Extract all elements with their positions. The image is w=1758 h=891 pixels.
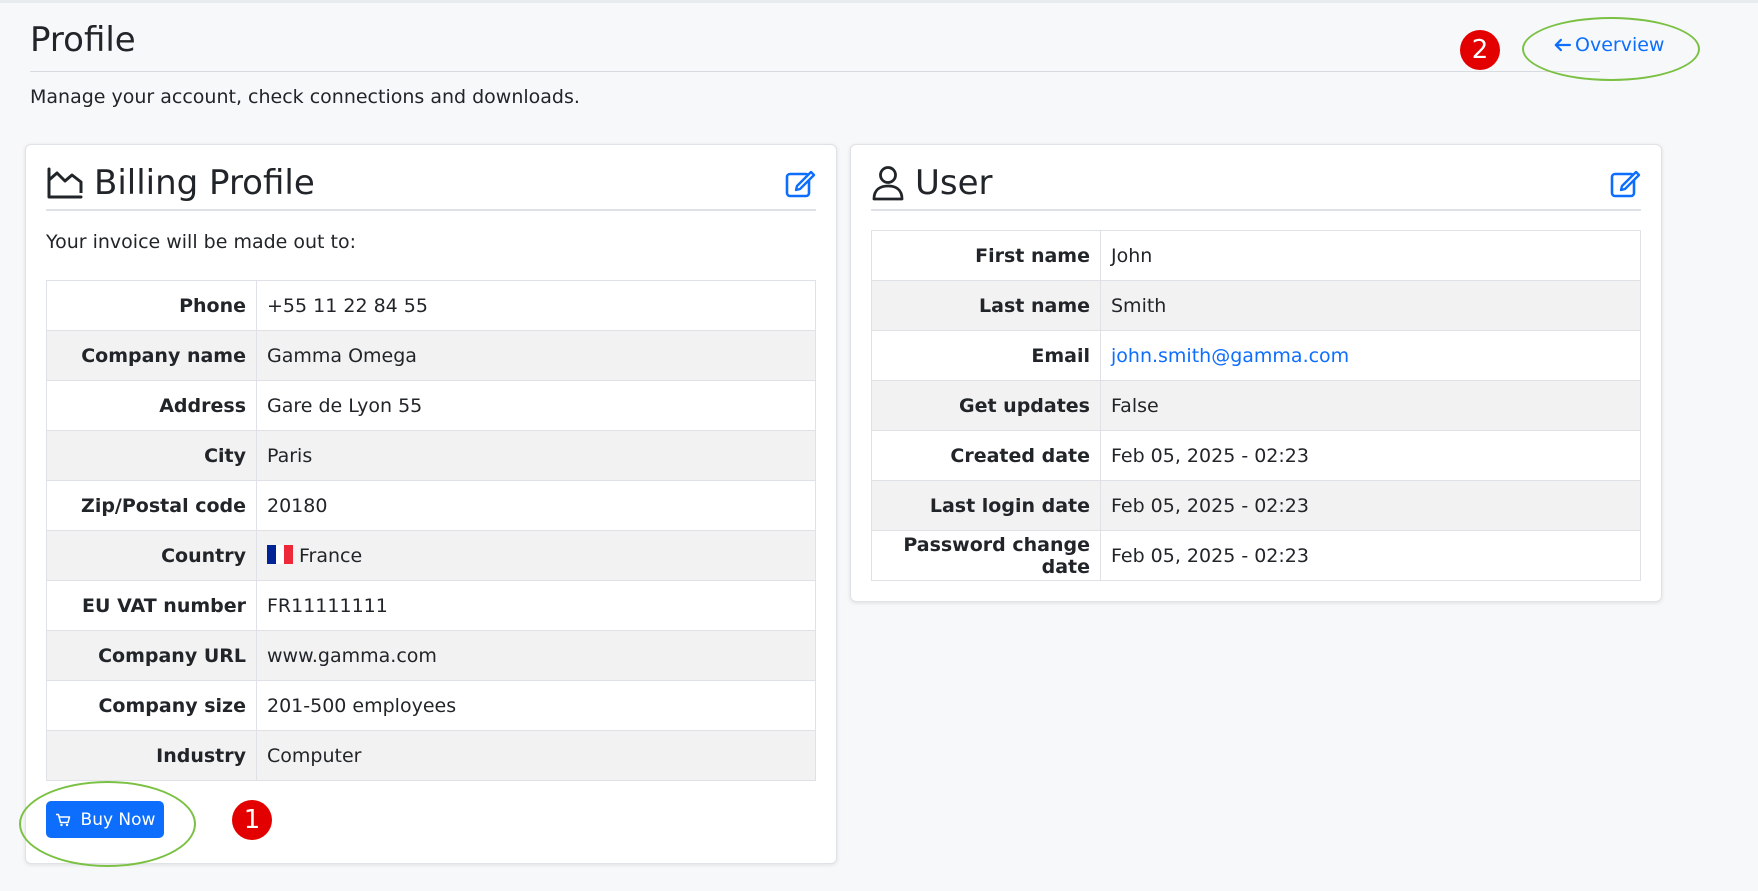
row-label: City: [46, 430, 257, 481]
table-row: City Paris: [46, 430, 816, 481]
page-title: Profile: [30, 20, 136, 60]
row-label: Country: [46, 530, 257, 581]
table-row: First name John: [871, 230, 1641, 281]
page-subtitle: Manage your account, check connections a…: [30, 86, 580, 108]
table-row: Country France: [46, 530, 816, 581]
overview-link[interactable]: Overview: [1553, 34, 1664, 56]
chart-area-icon: [47, 167, 83, 199]
table-row: Last name Smith: [871, 280, 1641, 331]
marker-2: 2: [1460, 30, 1500, 70]
row-value: Feb 05, 2025 - 02:23: [1100, 530, 1641, 581]
row-label: Company size: [46, 680, 257, 731]
billing-card-divider: [46, 209, 816, 211]
row-label: Created date: [871, 430, 1101, 481]
row-value: Gare de Lyon 55: [256, 380, 816, 431]
table-row: Get updates False: [871, 380, 1641, 431]
billing-intro: Your invoice will be made out to:: [46, 231, 357, 253]
table-row: Industry Computer: [46, 730, 816, 781]
row-value: Gamma Omega: [256, 330, 816, 381]
table-row: Phone +55 11 22 84 55: [46, 280, 816, 331]
row-label: Zip/Postal code: [46, 480, 257, 531]
table-row: Zip/Postal code 20180: [46, 480, 816, 531]
marker-1: 1: [232, 800, 272, 840]
top-border: [0, 0, 1758, 3]
billing-card-header: Billing Profile: [46, 157, 816, 209]
row-value: False: [1100, 380, 1641, 431]
table-row: Company name Gamma Omega: [46, 330, 816, 381]
person-icon: [872, 166, 904, 201]
user-table: First name John Last name Smith Email john.…: [871, 230, 1641, 581]
table-row: Email john.smith@gamma.com: [871, 330, 1641, 381]
table-row: Created date Feb 05, 2025 - 02:23: [871, 430, 1641, 481]
user-card-title: User: [915, 163, 993, 203]
table-row: EU VAT number FR11111111: [46, 580, 816, 631]
highlight-ellipse-buy: [19, 781, 196, 867]
row-label: Email: [871, 330, 1101, 381]
row-label: EU VAT number: [46, 580, 257, 631]
table-row: Last login date Feb 05, 2025 - 02:23: [871, 480, 1641, 531]
title-divider: [30, 71, 1600, 72]
row-value: France: [299, 544, 363, 567]
row-label: Phone: [46, 280, 257, 331]
overview-link-label: Overview: [1575, 34, 1665, 56]
billing-table: Phone +55 11 22 84 55 Company name Gamma O…: [46, 280, 816, 781]
row-value: Smith: [1100, 280, 1641, 331]
row-value: FR11111111: [256, 580, 816, 631]
pencil-square-icon[interactable]: [784, 167, 816, 199]
row-value: Paris: [256, 430, 816, 481]
table-row: Company URL www.gamma.com: [46, 630, 816, 681]
country-cell: France: [256, 530, 816, 581]
france-flag-icon: [267, 544, 294, 564]
row-value: 201-500 employees: [256, 680, 816, 731]
table-row: Password change date Feb 05, 2025 - 02:23: [871, 530, 1641, 581]
table-row: Company size 201-500 employees: [46, 680, 816, 731]
row-value: Computer: [256, 730, 816, 781]
row-value: +55 11 22 84 55: [256, 280, 816, 331]
row-label: Industry: [46, 730, 257, 781]
row-label: Last name: [871, 280, 1101, 331]
user-card-divider: [871, 209, 1641, 211]
row-value: John: [1100, 230, 1641, 281]
email-link[interactable]: john.smith@gamma.com: [1111, 345, 1349, 367]
row-value: www.gamma.com: [256, 630, 816, 681]
row-label: Company name: [46, 330, 257, 381]
user-card: User First name John Last name Smith Email…: [850, 144, 1662, 602]
row-value: Feb 05, 2025 - 02:23: [1100, 430, 1641, 481]
row-value: 20180: [256, 480, 816, 531]
row-value: Feb 05, 2025 - 02:23: [1100, 480, 1641, 531]
user-card-header: User: [871, 157, 1641, 209]
email-cell: john.smith@gamma.com: [1100, 330, 1641, 381]
pencil-square-icon[interactable]: [1609, 167, 1641, 199]
arrow-left-icon: [1554, 38, 1571, 52]
billing-card-title: Billing Profile: [94, 163, 315, 203]
row-label: Company URL: [46, 630, 257, 681]
row-label: Address: [46, 380, 257, 431]
row-label: Last login date: [871, 480, 1101, 531]
billing-profile-card: Billing Profile Your invoice will be mad…: [25, 144, 837, 864]
table-row: Address Gare de Lyon 55: [46, 380, 816, 431]
row-label: Password change date: [871, 530, 1101, 581]
row-label: First name: [871, 230, 1101, 281]
row-label: Get updates: [871, 380, 1101, 431]
